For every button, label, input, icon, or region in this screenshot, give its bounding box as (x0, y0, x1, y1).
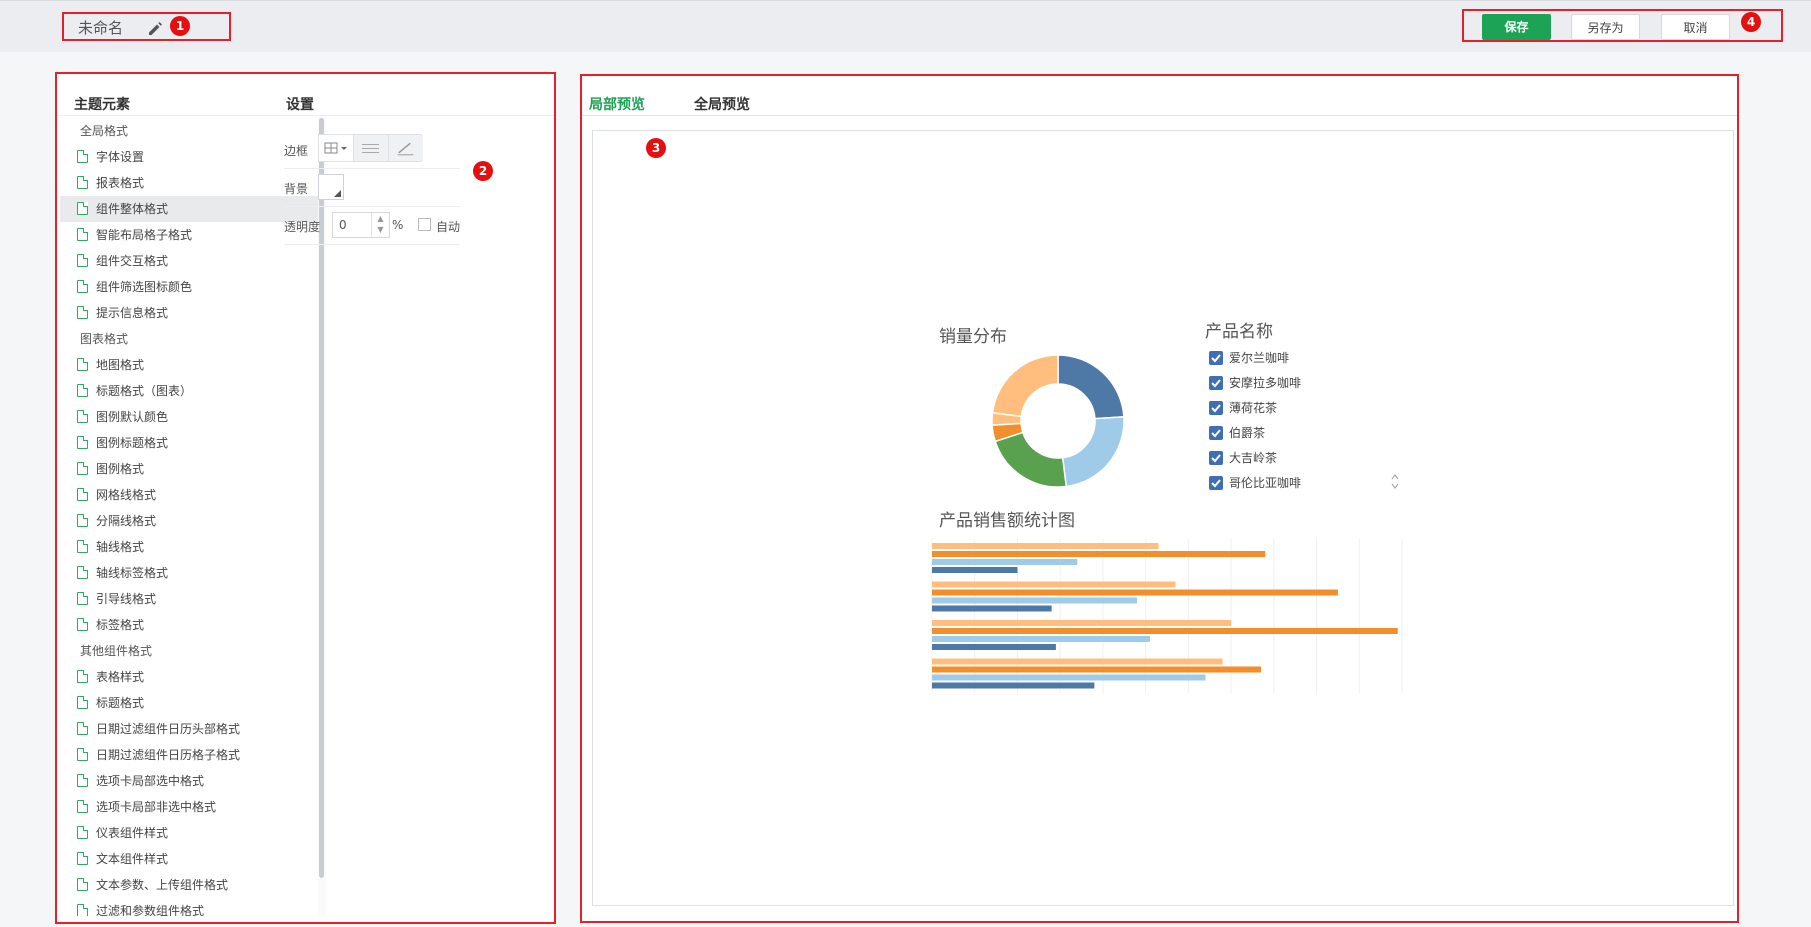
save-button[interactable]: 保存 (1482, 14, 1551, 40)
annotation-box-left (55, 72, 556, 924)
badge-4: 4 (1741, 12, 1761, 32)
badge-2: 2 (473, 161, 493, 181)
cancel-button[interactable]: 取消 (1661, 14, 1730, 40)
edit-icon[interactable] (146, 19, 164, 37)
page-title: 未命名 (78, 19, 124, 37)
badge-1: 1 (170, 16, 190, 36)
badge-3: 3 (646, 138, 666, 158)
annotation-box-right (580, 74, 1739, 923)
save-as-button[interactable]: 另存为 (1571, 14, 1640, 40)
